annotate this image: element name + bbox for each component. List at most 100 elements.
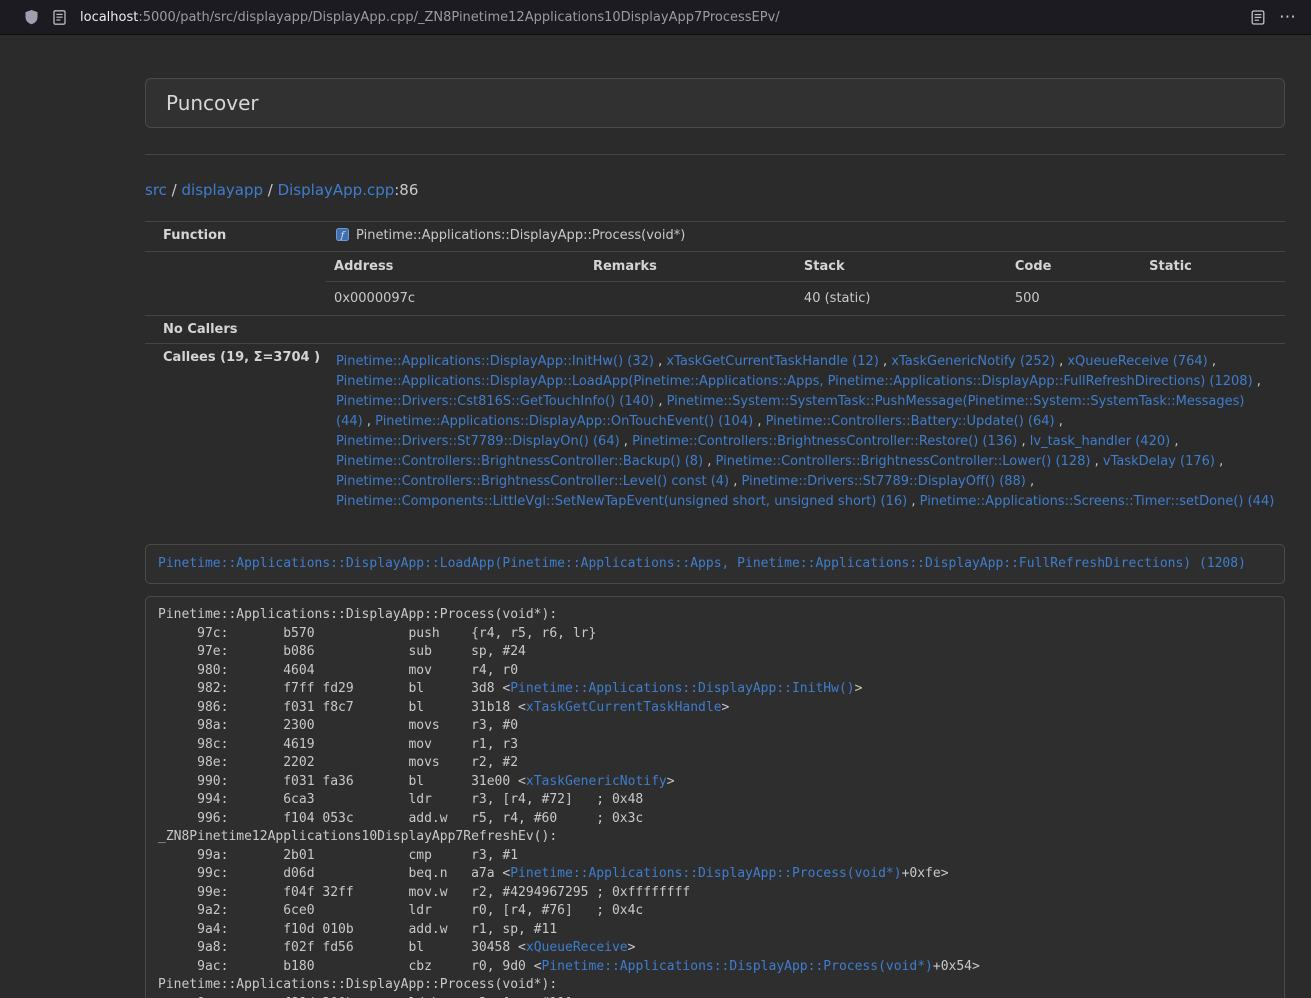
- code-symbol-link[interactable]: xTaskGetCurrentTaskHandle: [526, 700, 722, 715]
- code-symbol-link[interactable]: xTaskGenericNotify: [526, 774, 667, 789]
- code-size-value: 500: [1007, 282, 1141, 316]
- callee-link[interactable]: Pinetime::Drivers::Cst816S::GetTouchInfo…: [336, 394, 654, 409]
- page-title: Puncover: [166, 91, 1264, 115]
- function-type-icon: f: [336, 228, 349, 246]
- callee-link[interactable]: lv_task_handler (420): [1030, 434, 1170, 449]
- callee-link[interactable]: Pinetime::Applications::Screens::Timer::…: [920, 494, 1275, 509]
- no-callers-row: No Callers: [145, 316, 1285, 344]
- static-value: [1141, 282, 1285, 316]
- callee-link[interactable]: vTaskDelay (176): [1103, 454, 1215, 469]
- disassembly-panel: Pinetime::Applications::DisplayApp::Proc…: [145, 596, 1285, 998]
- text-segment: ,: [1208, 354, 1216, 369]
- text-segment: 9ac: b180 cbz r0, 9d0 <: [158, 959, 542, 974]
- code-symbol-link[interactable]: Pinetime::Applications::DisplayApp::Init…: [510, 681, 854, 696]
- callee-link[interactable]: xQueueReceive (764): [1067, 354, 1207, 369]
- breadcrumb: src / displayapp / DisplayApp.cpp:86: [145, 180, 1285, 200]
- text-segment: 99c: d06d beq.n a7a <: [158, 866, 510, 881]
- text-segment: 982: f7ff fd29 bl 3d8 <: [158, 681, 510, 696]
- symbol-panel: Pinetime::Applications::DisplayApp::Load…: [145, 544, 1285, 584]
- text-segment: 97c: b570 push {r4, r5, r6, lr}: [158, 626, 596, 641]
- text-segment: ,: [1215, 454, 1223, 469]
- breadcrumb-link[interactable]: DisplayApp.cpp: [278, 181, 395, 199]
- text-segment: ,: [620, 434, 632, 449]
- callee-link[interactable]: Pinetime::Applications::DisplayApp::Load…: [336, 374, 1253, 389]
- text-segment: ,: [1090, 454, 1102, 469]
- text-segment: 9a8: f02f fd56 bl 30458 <: [158, 940, 526, 955]
- text-segment: 986: f031 f8c7 bl 31b18 <: [158, 700, 526, 715]
- stats-table: Address Remarks Stack Code Static 0x0000…: [326, 252, 1285, 315]
- tracking-protection-shield-icon[interactable]: [24, 9, 39, 25]
- callee-link[interactable]: Pinetime::Drivers::St7789::DisplayOn() (…: [336, 434, 620, 449]
- text-segment: ,: [907, 494, 919, 509]
- text-segment: 996: f104 053c add.w r5, r4, #60 ; 0x3c: [158, 811, 643, 826]
- text-segment: ,: [753, 414, 765, 429]
- url-host: localhost: [80, 10, 138, 25]
- code-symbol-link[interactable]: Pinetime::Applications::DisplayApp::Proc…: [542, 959, 933, 974]
- text-segment: 97e: b086 sub sp, #24: [158, 644, 526, 659]
- callee-link[interactable]: xTaskGetCurrentTaskHandle (12): [666, 354, 878, 369]
- function-name: Pinetime::Applications::DisplayApp::Proc…: [356, 228, 685, 243]
- callee-link[interactable]: Pinetime::Applications::DisplayApp::OnTo…: [375, 414, 753, 429]
- stats-header-row: Address Remarks Stack Code Static: [326, 252, 1285, 282]
- callees-list: Pinetime::Applications::DisplayApp::Init…: [326, 344, 1285, 525]
- callee-link[interactable]: Pinetime::Drivers::St7789::DisplayOff() …: [742, 474, 1026, 489]
- callee-link[interactable]: Pinetime::Controllers::BrightnessControl…: [716, 454, 1091, 469]
- breadcrumb-link[interactable]: displayapp: [182, 181, 264, 199]
- function-table: Function fPinetime::Applications::Displa…: [145, 221, 1285, 524]
- function-row: Function f Pinetime::Applications::Displa…: [145, 222, 1285, 252]
- loadapp-symbol-link[interactable]: Pinetime::Applications::DisplayApp::Load…: [158, 556, 1246, 571]
- callee-link[interactable]: Pinetime::Controllers::BrightnessControl…: [336, 474, 729, 489]
- breadcrumb-link[interactable]: src: [145, 181, 167, 199]
- callee-link[interactable]: Pinetime::Controllers::BrightnessControl…: [632, 434, 1017, 449]
- text-segment: ,: [654, 354, 666, 369]
- text-segment: :86: [394, 181, 418, 199]
- callee-link[interactable]: Pinetime::Applications::DisplayApp::Init…: [336, 354, 654, 369]
- text-segment: /: [263, 181, 278, 199]
- reader-mode-icon[interactable]: [1251, 10, 1265, 25]
- callee-link[interactable]: Pinetime::Components::LittleVgl::SetNewT…: [336, 494, 907, 509]
- text-segment: ,: [1055, 414, 1063, 429]
- address-value: 0x0000097c: [326, 282, 585, 316]
- divider: [145, 154, 1285, 155]
- stack-value: 40 (static): [796, 282, 1007, 316]
- text-segment: 98c: 4619 mov r1, r3: [158, 737, 518, 752]
- text-segment: ,: [1026, 474, 1034, 489]
- text-segment: ,: [703, 454, 715, 469]
- column-header-static: Static: [1141, 252, 1285, 282]
- text-segment: _ZN8Pinetime12Applications10DisplayApp7R…: [158, 829, 557, 844]
- code-symbol-link[interactable]: Pinetime::Applications::DisplayApp::Proc…: [510, 866, 901, 881]
- text-segment: /: [167, 181, 182, 199]
- text-segment: ,: [1253, 374, 1261, 389]
- stats-row-label: [145, 252, 326, 316]
- url-bar[interactable]: localhost:5000/path/src/displayapp/Displ…: [80, 10, 780, 25]
- text-segment: >: [722, 700, 730, 715]
- stats-value-row: 0x0000097c 40 (static) 500: [326, 282, 1285, 316]
- text-segment: ,: [879, 354, 891, 369]
- text-segment: >: [667, 774, 675, 789]
- text-segment: ,: [1055, 354, 1067, 369]
- callee-link[interactable]: Pinetime::Controllers::BrightnessControl…: [336, 454, 703, 469]
- text-segment: Pinetime::Applications::DisplayApp::Proc…: [158, 607, 557, 622]
- callee-link[interactable]: Pinetime::Controllers::Battery::Update()…: [766, 414, 1055, 429]
- text-segment: 9a4: f10d 010b add.w r1, sp, #11: [158, 922, 557, 937]
- callee-link[interactable]: xTaskGenericNotify (252): [891, 354, 1055, 369]
- no-callers-label: No Callers: [145, 316, 326, 344]
- text-segment: 9a2: 6ce0 ldr r0, [r4, #76] ; 0x4c: [158, 903, 643, 918]
- text-segment: 98e: 2202 movs r2, #2: [158, 755, 518, 770]
- text-segment: 990: f031 fa36 bl 31e00 <: [158, 774, 526, 789]
- callees-label: Callees (19, Σ=3704 ): [145, 344, 326, 525]
- text-segment: >: [628, 940, 636, 955]
- page-info-icon[interactable]: [53, 10, 66, 25]
- function-label: Function: [145, 222, 326, 252]
- callees-row: Callees (19, Σ=3704 ) Pinetime::Applicat…: [145, 344, 1285, 525]
- browser-toolbar: localhost:5000/path/src/displayapp/Displ…: [0, 0, 1311, 35]
- text-segment: +0xfe>: [902, 866, 949, 881]
- text-segment: 980: 4604 mov r4, r0: [158, 663, 518, 678]
- overflow-menu-icon[interactable]: ⋯: [1279, 9, 1297, 26]
- url-path: :5000/path/src/displayapp/DisplayApp.cpp…: [138, 10, 779, 25]
- stats-cell: Address Remarks Stack Code Static 0x0000…: [326, 252, 1285, 316]
- text-segment: ,: [363, 414, 375, 429]
- code-symbol-link[interactable]: xQueueReceive: [526, 940, 628, 955]
- text-segment: 99e: f04f 32ff mov.w r2, #4294967295 ; 0…: [158, 885, 690, 900]
- app-header-panel: Puncover: [145, 78, 1285, 128]
